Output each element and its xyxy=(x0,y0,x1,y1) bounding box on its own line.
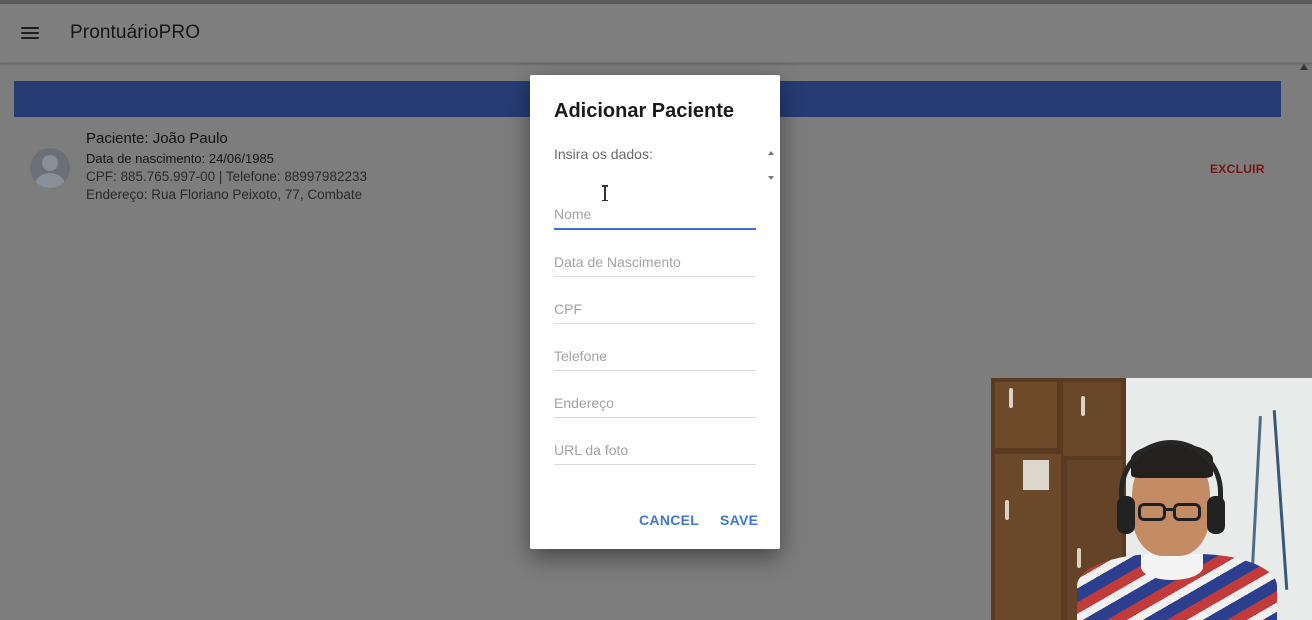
avatar-head-icon xyxy=(42,155,58,171)
dialog-title: Adicionar Paciente xyxy=(554,100,735,122)
patient-address: Endereço: Rua Floriano Peixoto, 77, Comb… xyxy=(86,187,363,202)
cpf-field xyxy=(554,283,756,324)
address-input[interactable] xyxy=(554,395,754,411)
save-button[interactable]: SAVE xyxy=(720,512,758,528)
address-field xyxy=(554,377,756,418)
cpf-input[interactable] xyxy=(554,301,754,317)
phone-input[interactable] xyxy=(554,348,754,364)
avatar-body-icon xyxy=(35,173,65,188)
photo-url-field xyxy=(554,424,756,465)
name-input[interactable] xyxy=(554,206,754,222)
add-patient-dialog: Adicionar Paciente Insira os dados: CANC… xyxy=(530,75,780,549)
patient-contact: CPF: 885.765.997-00 | Telefone: 88997982… xyxy=(86,169,367,184)
glasses-right xyxy=(1173,503,1201,521)
dialog-subtitle: Insira os dados: xyxy=(554,146,653,162)
birthdate-input[interactable] xyxy=(554,254,754,270)
phone-field xyxy=(554,330,756,371)
avatar xyxy=(30,148,70,188)
app-title: ProntuárioPRO xyxy=(70,22,201,43)
birthdate-field xyxy=(554,236,756,277)
delete-button[interactable]: EXCLUIR xyxy=(1210,162,1265,176)
dialog-actions: CANCEL SAVE xyxy=(530,512,780,532)
webcam-person-collar xyxy=(1141,554,1203,580)
headphone-ear-right xyxy=(1207,496,1225,534)
dialog-scroll-up-icon[interactable] xyxy=(768,151,774,155)
glasses-left xyxy=(1138,503,1166,521)
patient-birthdate: Data de nascimento: 24/06/1985 xyxy=(86,151,274,166)
patient-name: Paciente: João Paulo xyxy=(86,130,228,147)
menu-icon-line xyxy=(21,32,39,34)
menu-icon[interactable] xyxy=(14,18,46,48)
scroll-up-arrow-icon[interactable] xyxy=(1300,64,1308,70)
dialog-scroll-down-icon[interactable] xyxy=(768,176,774,180)
app-bar: ProntuárioPRO xyxy=(0,4,1312,63)
headphone-ear-left xyxy=(1117,496,1135,534)
menu-icon-line xyxy=(21,27,39,29)
menu-icon-line xyxy=(21,37,39,39)
webcam-overlay xyxy=(991,378,1312,620)
name-field xyxy=(554,188,756,230)
photo-url-input[interactable] xyxy=(554,442,754,458)
glasses-bridge xyxy=(1165,508,1174,511)
cancel-button[interactable]: CANCEL xyxy=(639,512,699,528)
